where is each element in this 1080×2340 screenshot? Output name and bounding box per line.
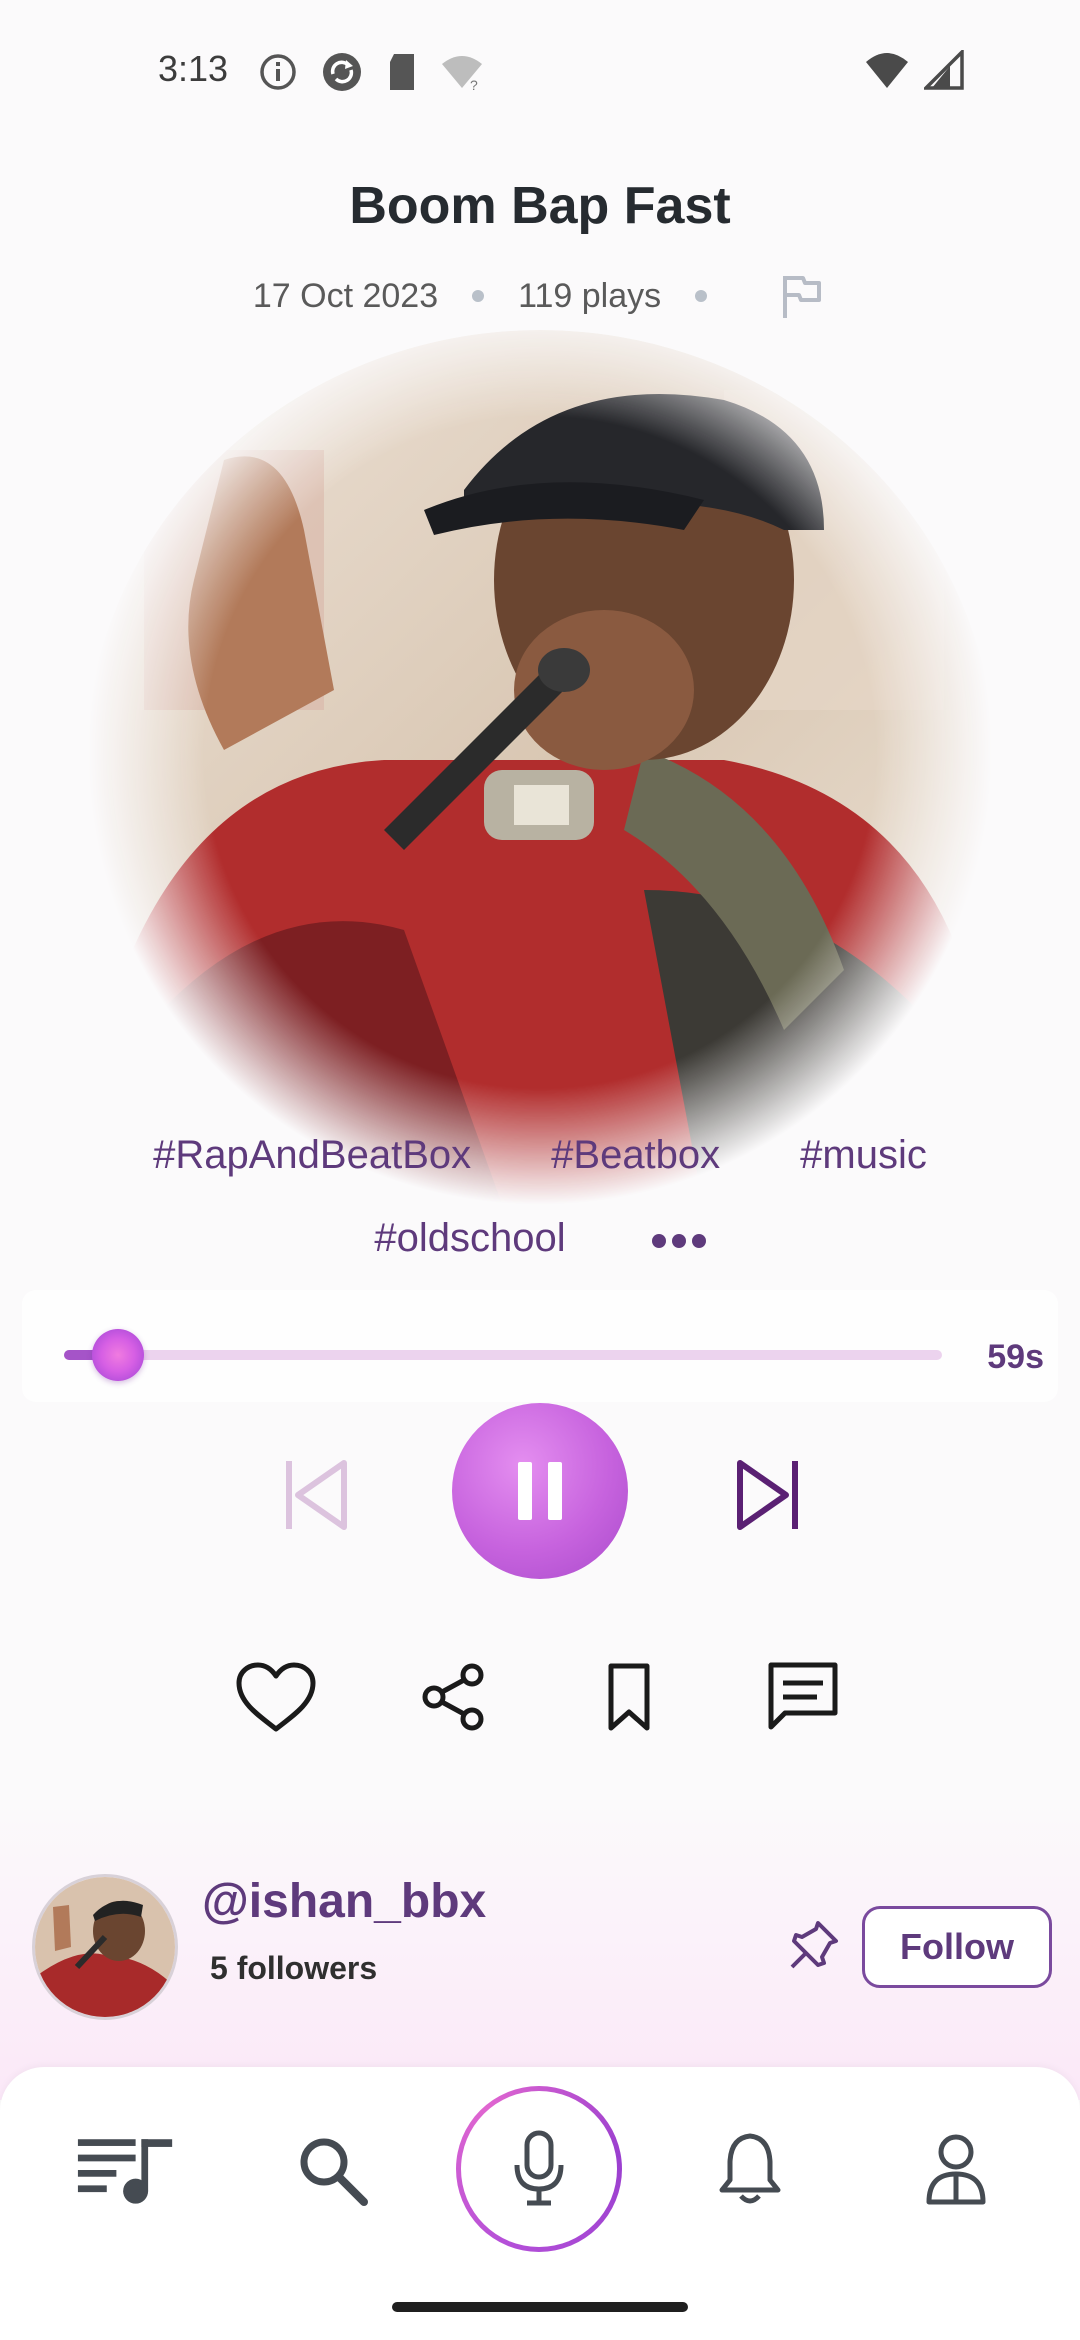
artist-handle[interactable]: @ishan_bbx xyxy=(202,1874,486,1929)
pin-button[interactable] xyxy=(784,1915,844,1975)
separator-dot xyxy=(695,290,708,302)
track-artwork xyxy=(84,330,996,1210)
like-button[interactable] xyxy=(231,1652,321,1742)
signal-icon xyxy=(921,47,964,95)
mic-icon xyxy=(514,2130,564,2206)
pin-icon xyxy=(790,1921,838,1969)
share-button[interactable] xyxy=(408,1652,498,1742)
progress-time: 59s xyxy=(987,1338,1044,1376)
status-time: 3:13 xyxy=(158,48,229,89)
artwork-image xyxy=(84,330,996,1210)
heart-icon xyxy=(236,1662,316,1732)
next-button[interactable] xyxy=(724,1450,814,1540)
nav-profile[interactable] xyxy=(906,2120,1006,2220)
artist-followers: 5 followers xyxy=(210,1950,378,1986)
status-icons-right xyxy=(864,47,964,95)
status-icons-left: ? xyxy=(258,50,484,99)
tag-link[interactable]: #oldschool xyxy=(374,1216,565,1261)
comment-icon xyxy=(768,1662,838,1730)
wifi-question-icon: ? xyxy=(440,52,484,97)
track-meta: 17 Oct 2023 119 plays xyxy=(0,270,1080,322)
bookmark-button[interactable] xyxy=(584,1652,674,1742)
progress-card xyxy=(22,1290,1058,1402)
pause-button[interactable] xyxy=(452,1403,628,1579)
separator-dot xyxy=(472,290,485,302)
skip-next-icon xyxy=(737,1460,798,1530)
previous-button[interactable] xyxy=(270,1450,360,1540)
nav-playlist[interactable] xyxy=(76,2120,176,2220)
tag-link[interactable]: #music xyxy=(800,1133,927,1178)
tags-row: #oldschool xyxy=(0,1216,1080,1261)
progress-thumb[interactable] xyxy=(91,1329,144,1381)
tag-link[interactable]: #Beatbox xyxy=(551,1133,720,1178)
comment-button[interactable] xyxy=(758,1652,848,1742)
more-tags-icon[interactable] xyxy=(651,1219,706,1259)
status-bar: 3:13 ? xyxy=(0,0,1080,140)
bookmark-icon xyxy=(608,1663,650,1731)
tag-link[interactable]: #RapAndBeatBox xyxy=(153,1133,471,1178)
avatar-image xyxy=(35,1877,175,2017)
report-flag-icon[interactable] xyxy=(775,270,827,322)
track-title: Boom Bap Fast xyxy=(349,177,731,235)
follow-button[interactable]: Follow xyxy=(862,1906,1052,1988)
share-icon xyxy=(422,1663,484,1731)
home-indicator[interactable] xyxy=(392,2302,688,2312)
nav-record[interactable] xyxy=(456,2086,622,2252)
track-plays: 119 plays xyxy=(518,276,662,315)
bell-icon xyxy=(719,2133,781,2204)
avatar[interactable] xyxy=(32,1874,178,2020)
progress-bar[interactable] xyxy=(64,1350,942,1360)
info-icon xyxy=(258,52,298,97)
sync-icon xyxy=(320,50,364,99)
wifi-icon xyxy=(864,50,910,95)
tags-row: #RapAndBeatBox #Beatbox #music xyxy=(0,1133,1080,1178)
profile-icon xyxy=(926,2134,986,2205)
pause-icon xyxy=(518,1462,562,1520)
nav-notifications[interactable] xyxy=(700,2120,800,2220)
sd-card-icon xyxy=(386,52,418,97)
skip-previous-icon xyxy=(286,1460,347,1530)
search-icon xyxy=(300,2138,368,2206)
svg-text:?: ? xyxy=(470,77,478,92)
track-date: 17 Oct 2023 xyxy=(252,276,439,315)
playlist-icon xyxy=(77,2139,173,2204)
nav-search[interactable] xyxy=(282,2120,382,2220)
